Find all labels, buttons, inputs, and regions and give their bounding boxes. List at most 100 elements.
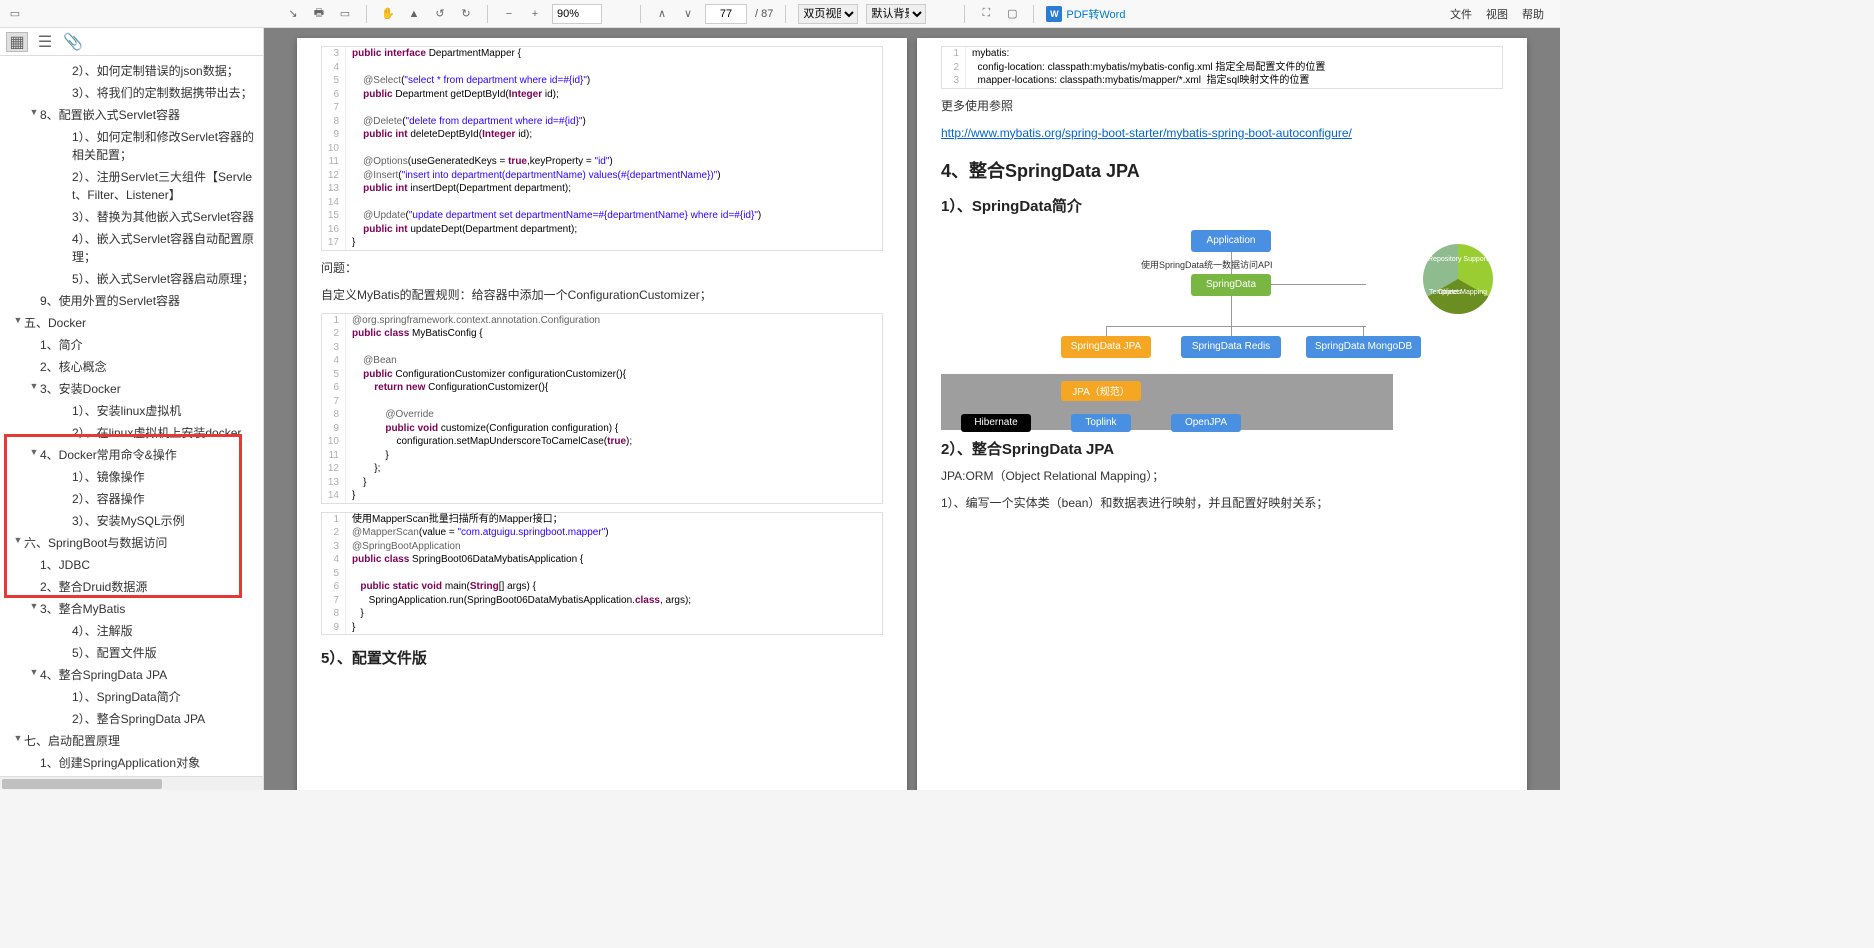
tree-item-label: 4）、嵌入式Servlet容器自动配置原理；: [72, 230, 259, 266]
tree-item[interactable]: 4）、注解版: [0, 620, 263, 642]
rotate-left-icon[interactable]: ↺: [431, 5, 449, 23]
tree-item-label: 1）、如何定制和修改Servlet容器的相关配置；: [72, 128, 259, 164]
tree-arrow-icon[interactable]: ▼: [28, 666, 40, 680]
heading-5: 5）、配置文件版: [321, 647, 883, 668]
jpa-orm-text: JPA:ORM（Object Relational Mapping）；: [941, 467, 1503, 486]
tree-arrow-icon[interactable]: ▼: [12, 314, 24, 328]
slideshow-icon[interactable]: ▢: [1003, 5, 1021, 23]
tree-item[interactable]: 1）、安装linux虚拟机: [0, 400, 263, 422]
cursor-icon[interactable]: ▲: [405, 5, 423, 23]
question-label: 问题：: [321, 259, 883, 278]
tree-item-label: 9、使用外置的Servlet容器: [40, 292, 259, 310]
tree-item[interactable]: 3）、安装MySQL示例: [0, 510, 263, 532]
main-toolbar: ▭ ↘ 🖶 ▭ ✋ ▲ ↺ ↻ − + ∧ ∨ / 87 双页视图 默认背景 ⛶…: [0, 0, 1560, 28]
tree-item[interactable]: 1）、镜像操作: [0, 466, 263, 488]
word-icon: W: [1046, 6, 1062, 22]
tree-arrow-icon[interactable]: ▼: [28, 446, 40, 460]
tree-item[interactable]: 2）、在linux虚拟机上安装docker: [0, 422, 263, 444]
tree-arrow-icon[interactable]: ▼: [28, 106, 40, 120]
tree-arrow-icon[interactable]: ▼: [28, 600, 40, 614]
tree-item-label: 2）、整合SpringData JPA: [72, 710, 259, 728]
save-icon[interactable]: ▭: [336, 5, 354, 23]
tree-item-label: 六、SpringBoot与数据访问: [24, 534, 259, 552]
menu-file[interactable]: 文件: [1450, 6, 1472, 22]
attachments-tab[interactable]: 📎: [62, 32, 84, 52]
diagram-springdata: SpringData: [1191, 274, 1271, 296]
jpa-step1-text: 1）、编写一个实体类（bean）和数据表进行映射，并且配置好映射关系；: [941, 494, 1503, 513]
tree-item[interactable]: 5）、配置文件版: [0, 642, 263, 664]
page-input[interactable]: [705, 4, 747, 24]
sidebar-toggle-icon[interactable]: ▭: [6, 5, 24, 23]
page-up-icon[interactable]: ∧: [653, 5, 671, 23]
tree-arrow-icon[interactable]: ▼: [12, 534, 24, 548]
code-block-mapper: 3public interface DepartmentMapper {45 @…: [321, 46, 883, 251]
more-usage-text: 更多使用参照: [941, 97, 1503, 116]
tree-item[interactable]: ▼4、整合SpringData JPA: [0, 664, 263, 686]
outline-tab[interactable]: ☰: [34, 32, 56, 52]
tree-item[interactable]: 1、JDBC: [0, 554, 263, 576]
tree-item-label: 1、创建SpringApplication对象: [40, 754, 259, 772]
tree-item[interactable]: 9、使用外置的Servlet容器: [0, 290, 263, 312]
zoom-in-icon[interactable]: +: [526, 5, 544, 23]
menu-view[interactable]: 视图: [1486, 6, 1508, 22]
zoom-out-icon[interactable]: −: [500, 5, 518, 23]
tree-item[interactable]: 2）、注册Servlet三大组件【Servlet、Filter、Listener…: [0, 166, 263, 206]
thumbnails-tab[interactable]: ▦: [6, 32, 28, 52]
tree-item-label: 1）、SpringData简介: [72, 688, 259, 706]
sidebar: ▦ ☰ 📎 2）、如何定制错误的json数据；3）、将我们的定制数据携带出去；▼…: [0, 28, 264, 790]
tree-item-label: 3、安装Docker: [40, 380, 259, 398]
tree-item[interactable]: 2）、整合SpringData JPA: [0, 708, 263, 730]
document-viewport[interactable]: 3public interface DepartmentMapper {45 @…: [264, 28, 1560, 790]
view-mode-select[interactable]: 双页视图: [798, 4, 858, 24]
print-icon[interactable]: 🖶: [310, 5, 328, 23]
tree-item[interactable]: 3）、替换为其他嵌入式Servlet容器: [0, 206, 263, 228]
tree-item[interactable]: 3）、将我们的定制数据携带出去；: [0, 82, 263, 104]
tree-item[interactable]: 1、创建SpringApplication对象: [0, 752, 263, 774]
tree-item[interactable]: 2）、如何定制错误的json数据；: [0, 60, 263, 82]
tree-item[interactable]: ▼8、配置嵌入式Servlet容器: [0, 104, 263, 126]
diagram-redis: SpringData Redis: [1181, 336, 1281, 358]
tree-item-label: 2）、如何定制错误的json数据；: [72, 62, 259, 80]
tree-item[interactable]: ▼六、SpringBoot与数据访问: [0, 532, 263, 554]
code-block-config: 1@org.springframework.context.annotation…: [321, 313, 883, 504]
tree-item[interactable]: ▼3、安装Docker: [0, 378, 263, 400]
tree-item[interactable]: 2、整合Druid数据源: [0, 576, 263, 598]
tree-item[interactable]: 2、核心概念: [0, 356, 263, 378]
tree-item-label: 3、整合MyBatis: [40, 600, 259, 618]
tree-item[interactable]: ▼五、Docker: [0, 312, 263, 334]
tree-item[interactable]: 5）、嵌入式Servlet容器启动原理；: [0, 268, 263, 290]
diagram-mongo: SpringData MongoDB: [1306, 336, 1421, 358]
tree-item[interactable]: ▼4、Docker常用命令&操作: [0, 444, 263, 466]
page-down-icon[interactable]: ∨: [679, 5, 697, 23]
springdata-diagram: Application 使用SpringData统一数据访问API Spring…: [941, 226, 1503, 426]
tree-item-label: 1）、镜像操作: [72, 468, 259, 486]
mybatis-link[interactable]: http://www.mybatis.org/spring-boot-start…: [941, 126, 1352, 140]
tree-item-label: 2、核心概念: [40, 358, 259, 376]
fullscreen-icon[interactable]: ⛶: [977, 5, 995, 23]
tree-item[interactable]: 1）、如何定制和修改Servlet容器的相关配置；: [0, 126, 263, 166]
rotate-right-icon[interactable]: ↻: [457, 5, 475, 23]
zoom-input[interactable]: [552, 4, 602, 24]
export-icon[interactable]: ↘: [284, 5, 302, 23]
tree-item[interactable]: 4）、嵌入式Servlet容器自动配置原理；: [0, 228, 263, 268]
tree-item-label: 8、配置嵌入式Servlet容器: [40, 106, 259, 124]
tree-item[interactable]: 1）、SpringData简介: [0, 686, 263, 708]
tree-item[interactable]: ▼3、整合MyBatis: [0, 598, 263, 620]
tree-arrow-icon[interactable]: ▼: [12, 732, 24, 746]
tree-item-label: 五、Docker: [24, 314, 259, 332]
diagram-toplink: Toplink: [1071, 414, 1131, 432]
tree-item-label: 4、Docker常用命令&操作: [40, 446, 259, 464]
horizontal-scrollbar[interactable]: [0, 776, 263, 790]
tree-item-label: 2、整合Druid数据源: [40, 578, 259, 596]
pdf-to-word-button[interactable]: W PDF转Word: [1046, 6, 1125, 22]
hand-icon[interactable]: ✋: [379, 5, 397, 23]
outline-tree[interactable]: 2）、如何定制错误的json数据；3）、将我们的定制数据携带出去；▼8、配置嵌入…: [0, 56, 263, 776]
tree-item-label: 1）、安装linux虚拟机: [72, 402, 259, 420]
tree-arrow-icon[interactable]: ▼: [28, 380, 40, 394]
menu-help[interactable]: 帮助: [1522, 6, 1544, 22]
tree-item[interactable]: 2）、容器操作: [0, 488, 263, 510]
tree-item-label: 5）、配置文件版: [72, 644, 259, 662]
bg-mode-select[interactable]: 默认背景: [866, 4, 926, 24]
tree-item[interactable]: 1、简介: [0, 334, 263, 356]
tree-item[interactable]: ▼七、启动配置原理: [0, 730, 263, 752]
